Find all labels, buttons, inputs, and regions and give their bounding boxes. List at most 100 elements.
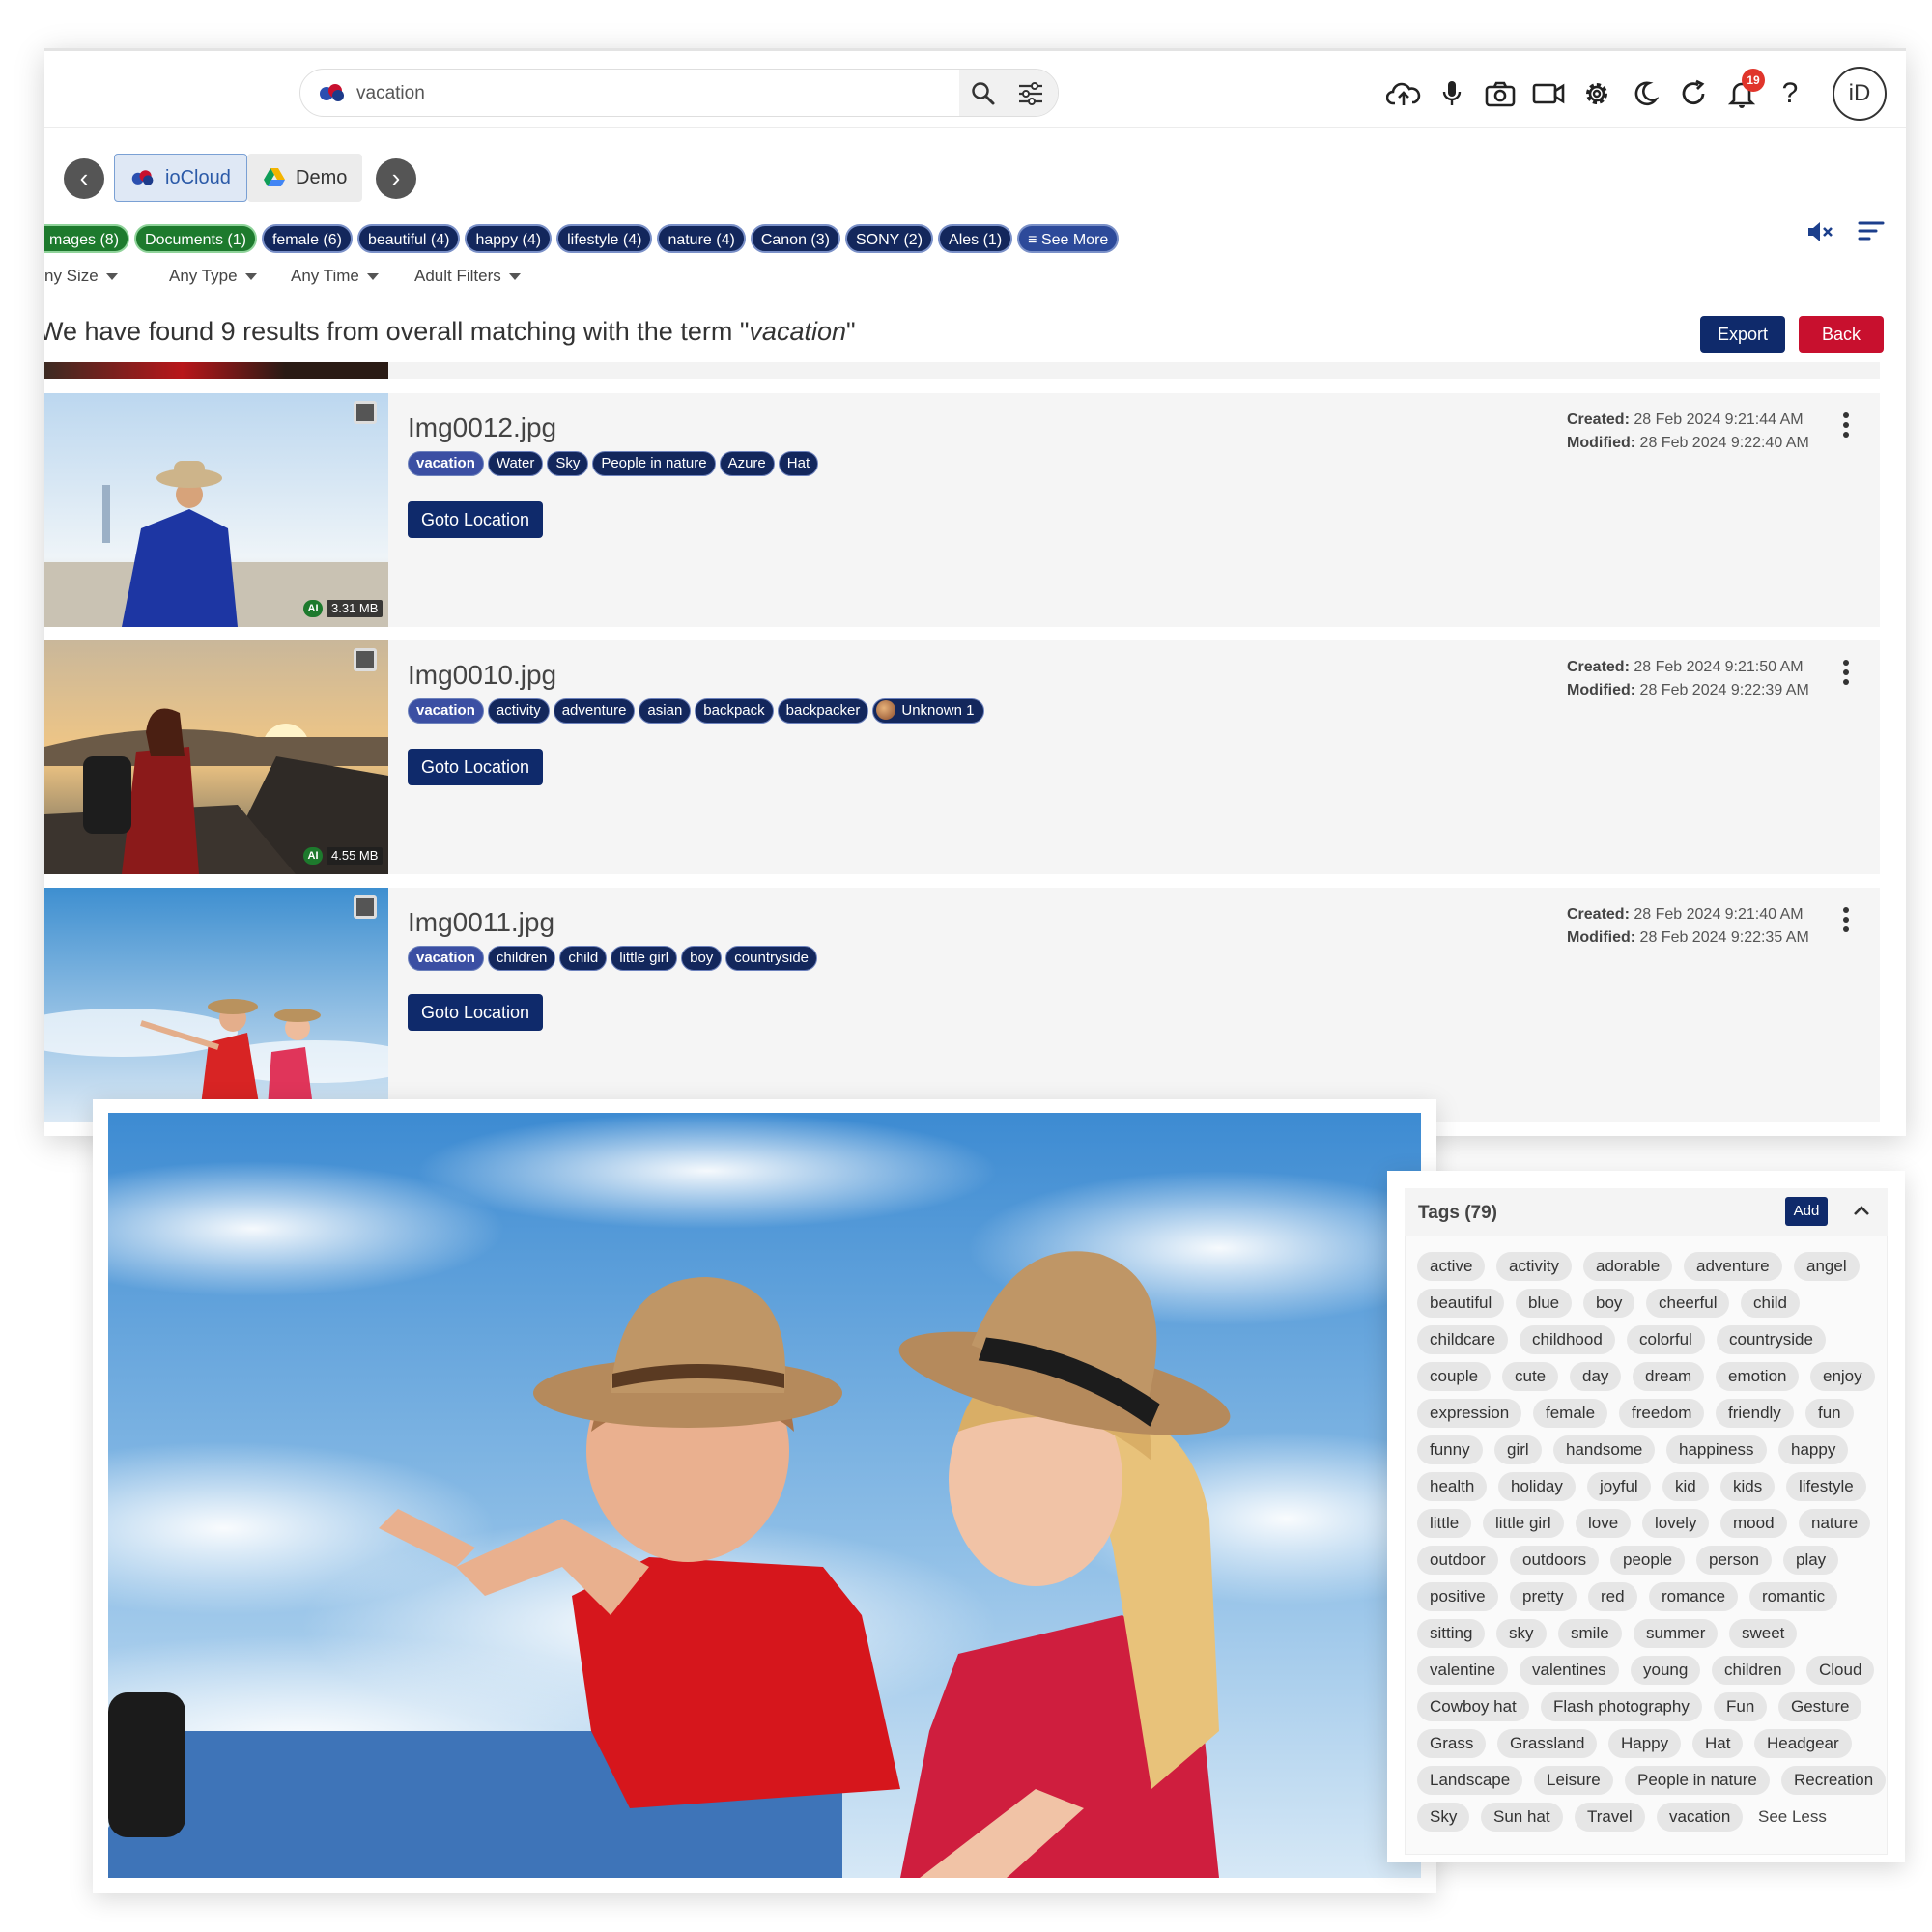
tag-chip[interactable]: beautiful: [1417, 1289, 1505, 1318]
file-tag[interactable]: backpack: [695, 698, 774, 724]
microphone-icon[interactable]: [1433, 74, 1471, 113]
tag-chip[interactable]: activity: [1496, 1252, 1572, 1281]
tag-chip[interactable]: child: [1741, 1289, 1800, 1318]
file-tag[interactable]: vacation: [408, 451, 484, 476]
tag-chip[interactable]: holiday: [1498, 1472, 1576, 1501]
tag-chip[interactable]: Landscape: [1417, 1766, 1523, 1795]
tag-chip[interactable]: pretty: [1510, 1582, 1577, 1611]
tag-chip[interactable]: expression: [1417, 1399, 1522, 1428]
tag-chip[interactable]: health: [1417, 1472, 1488, 1501]
tag-chip[interactable]: Happy: [1608, 1729, 1682, 1758]
tag-chip[interactable]: positive: [1417, 1582, 1498, 1611]
tag-chip[interactable]: People in nature: [1625, 1766, 1770, 1795]
goto-location-button[interactable]: Goto Location: [408, 994, 543, 1031]
tag-chip[interactable]: cheerful: [1646, 1289, 1730, 1318]
tag-chip[interactable]: mood: [1720, 1509, 1787, 1538]
file-tag[interactable]: Sky: [547, 451, 589, 476]
tag-chip[interactable]: kids: [1720, 1472, 1776, 1501]
search-input[interactable]: vacation: [356, 83, 425, 104]
select-checkbox[interactable]: [354, 895, 377, 919]
type-filter-dropdown[interactable]: Any Type: [169, 267, 257, 286]
user-avatar[interactable]: iD: [1833, 67, 1887, 121]
thumbnail-image[interactable]: [44, 393, 388, 627]
thumbnail-image[interactable]: [44, 888, 388, 1122]
file-tag[interactable]: Hat: [778, 451, 819, 476]
file-tag[interactable]: countryside: [725, 946, 818, 971]
tag-chip[interactable]: play: [1783, 1546, 1839, 1575]
tag-chip[interactable]: happiness: [1666, 1435, 1767, 1464]
tag-chip[interactable]: kid: [1662, 1472, 1709, 1501]
tag-chip[interactable]: valentine: [1417, 1656, 1509, 1685]
tag-chip[interactable]: Sky: [1417, 1803, 1470, 1832]
tag-chip[interactable]: summer: [1634, 1619, 1719, 1648]
search-bar[interactable]: vacation: [299, 69, 1059, 117]
tag-chip[interactable]: Sun hat: [1481, 1803, 1563, 1832]
tag-chip[interactable]: dream: [1633, 1362, 1705, 1391]
tag-chip[interactable]: angel: [1794, 1252, 1860, 1281]
size-filter-dropdown[interactable]: ny Size: [44, 267, 118, 286]
search-icon[interactable]: [971, 81, 996, 111]
refresh-icon[interactable]: [1674, 74, 1713, 113]
tag-chip[interactable]: people: [1610, 1546, 1686, 1575]
facet-chip[interactable]: Documents (1): [134, 224, 257, 253]
file-tag[interactable]: Water: [487, 451, 544, 476]
tag-chip[interactable]: nature: [1799, 1509, 1871, 1538]
tag-chip[interactable]: childhood: [1520, 1325, 1615, 1354]
file-tag[interactable]: boy: [681, 946, 723, 971]
more-options-icon[interactable]: [1843, 907, 1849, 936]
tag-chip[interactable]: sweet: [1729, 1619, 1798, 1648]
file-tag[interactable]: activity: [487, 698, 550, 724]
tag-chip[interactable]: outdoor: [1417, 1546, 1498, 1575]
file-name[interactable]: Img0010.jpg: [408, 660, 556, 691]
file-tag[interactable]: backpacker: [777, 698, 869, 724]
tag-chip[interactable]: happy: [1778, 1435, 1849, 1464]
tag-chip[interactable]: emotion: [1716, 1362, 1800, 1391]
more-options-icon[interactable]: [1843, 412, 1849, 441]
tag-chip[interactable]: childcare: [1417, 1325, 1509, 1354]
facet-chip[interactable]: Ales (1): [938, 224, 1013, 253]
file-tag[interactable]: People in nature: [592, 451, 716, 476]
tag-chip[interactable]: vacation: [1657, 1803, 1744, 1832]
tag-chip[interactable]: boy: [1583, 1289, 1635, 1318]
tag-chip[interactable]: Flash photography: [1541, 1692, 1702, 1721]
result-row[interactable]: Img0011.jpg vacation children child little …: [44, 888, 1880, 1122]
file-tag[interactable]: little girl: [611, 946, 678, 971]
goto-location-button[interactable]: Goto Location: [408, 501, 543, 538]
tag-chip[interactable]: female: [1533, 1399, 1608, 1428]
file-tag[interactable]: children: [487, 946, 556, 971]
tag-chip[interactable]: handsome: [1553, 1435, 1656, 1464]
tag-chip[interactable]: friendly: [1716, 1399, 1794, 1428]
goto-location-button[interactable]: Goto Location: [408, 749, 543, 785]
more-options-icon[interactable]: [1843, 660, 1849, 689]
tag-chip[interactable]: red: [1588, 1582, 1637, 1611]
tag-chip[interactable]: cute: [1502, 1362, 1559, 1391]
mute-icon[interactable]: [1805, 218, 1834, 250]
dark-mode-moon-icon[interactable]: [1626, 74, 1664, 113]
tag-chip[interactable]: colorful: [1627, 1325, 1705, 1354]
tag-chip[interactable]: day: [1570, 1362, 1622, 1391]
tag-chip[interactable]: Gesture: [1778, 1692, 1862, 1721]
tag-chip[interactable]: adorable: [1583, 1252, 1673, 1281]
tag-chip[interactable]: romantic: [1749, 1582, 1838, 1611]
facet-chip[interactable]: beautiful (4): [356, 224, 461, 253]
gear-icon[interactable]: [1577, 74, 1616, 113]
result-row[interactable]: AI 4.55 MB Img0010.jpg vacation activity a…: [44, 640, 1880, 874]
tag-chip[interactable]: funny: [1417, 1435, 1483, 1464]
facet-chip[interactable]: SONY (2): [844, 224, 934, 253]
thumbnail-image[interactable]: [44, 640, 388, 874]
tag-chip[interactable]: little: [1417, 1509, 1472, 1538]
tag-chip[interactable]: freedom: [1619, 1399, 1705, 1428]
tag-chip[interactable]: romance: [1649, 1582, 1739, 1611]
face-tag[interactable]: Unknown 1: [872, 698, 985, 724]
filter-sliders-icon[interactable]: [1017, 81, 1044, 111]
preview-photo[interactable]: [108, 1113, 1421, 1878]
tag-chip[interactable]: Cowboy hat: [1417, 1692, 1529, 1721]
tag-chip[interactable]: love: [1576, 1509, 1632, 1538]
tag-chip[interactable]: Hat: [1692, 1729, 1744, 1758]
tag-chip[interactable]: enjoy: [1810, 1362, 1875, 1391]
see-more-chip[interactable]: ≡ See More: [1017, 224, 1120, 253]
tag-chip[interactable]: joyful: [1587, 1472, 1651, 1501]
tag-chip[interactable]: fun: [1805, 1399, 1854, 1428]
tag-chip[interactable]: smile: [1558, 1619, 1622, 1648]
tag-chip[interactable]: blue: [1516, 1289, 1573, 1318]
